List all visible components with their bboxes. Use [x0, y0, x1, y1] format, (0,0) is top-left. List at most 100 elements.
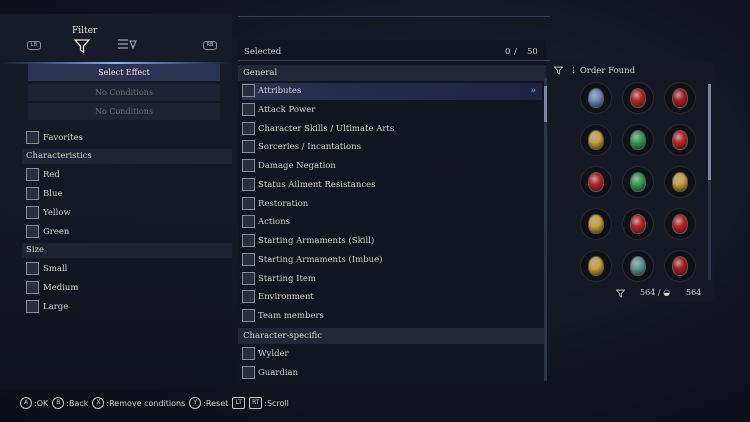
effect-option[interactable]: Actions	[242, 214, 542, 231]
ok-hint[interactable]: :OK	[34, 399, 48, 408]
green-option[interactable]: Green	[26, 225, 69, 240]
checkbox[interactable]	[242, 102, 255, 116]
favorites-option[interactable]: Favorites	[26, 131, 83, 146]
order-found-label[interactable]: ⇣ Order Found	[570, 66, 635, 76]
sort-icon[interactable]	[117, 38, 137, 52]
checkbox[interactable]	[242, 347, 255, 360]
relic-slot[interactable]	[580, 208, 612, 240]
effect-option[interactable]: Starting Armaments (Skill)	[242, 233, 542, 250]
checkbox[interactable]	[242, 196, 255, 210]
character-option[interactable]: Wylder	[242, 346, 542, 363]
effect-label: Damage Negation	[258, 161, 336, 171]
character-label: Wylder	[258, 349, 289, 359]
checkbox[interactable]	[242, 234, 255, 247]
relic-gem-icon	[588, 172, 604, 192]
relic-slot[interactable]	[664, 82, 696, 114]
checkbox[interactable]	[26, 225, 39, 238]
green-label: Green	[43, 227, 70, 237]
checkbox[interactable]	[26, 262, 39, 275]
checkbox[interactable]	[242, 177, 255, 191]
effect-option[interactable]: Attributes »	[242, 83, 542, 100]
list-scroll-thumb[interactable]	[544, 86, 547, 122]
select-effect-button[interactable]: Select Effect	[28, 64, 220, 81]
effect-label: Status Ailment Resistances	[258, 179, 376, 190]
filter-header: LB Filter RB	[0, 14, 232, 64]
grid-scroll-thumb[interactable]	[708, 84, 711, 180]
effect-option[interactable]: Restoration	[242, 196, 542, 213]
filter-panel: LB Filter RB Select Effect No Conditions…	[0, 14, 232, 390]
relic-gem-icon	[630, 256, 646, 276]
checkbox[interactable]	[242, 252, 255, 266]
effect-label: Restoration	[258, 198, 309, 209]
relic-slot[interactable]	[622, 250, 654, 282]
relic-slot[interactable]	[580, 250, 612, 282]
effect-option[interactable]: Starting Armaments (Imbue)	[242, 252, 542, 269]
yellow-option[interactable]: Yellow	[26, 206, 71, 221]
characteristics-header: Characteristics	[26, 151, 92, 161]
list-scrollbar[interactable]	[544, 78, 547, 381]
effect-option[interactable]: Character Skills / Ultimate Arts	[242, 121, 542, 138]
relic-slot[interactable]	[622, 124, 654, 156]
divider	[238, 16, 550, 17]
a-button-icon: A	[20, 397, 32, 409]
checkbox[interactable]	[242, 309, 255, 322]
character-option[interactable]: Guardian	[242, 365, 542, 382]
scroll-hint[interactable]: :Scroll	[264, 399, 289, 408]
relic-gem-icon	[630, 88, 646, 108]
checkbox[interactable]	[26, 131, 39, 144]
relic-slot[interactable]	[622, 208, 654, 240]
yellow-label: Yellow	[43, 208, 71, 218]
effect-option[interactable]: Environment	[242, 289, 542, 306]
relic-slot[interactable]	[622, 82, 654, 114]
checkbox[interactable]	[242, 290, 255, 304]
effect-option[interactable]: Status Ailment Resistances	[242, 177, 542, 194]
effect-option[interactable]: Damage Negation	[242, 158, 542, 175]
no-conditions-slot-2[interactable]: No Conditions	[28, 103, 220, 120]
reset-hint[interactable]: :Reset	[203, 399, 228, 408]
checkbox[interactable]	[26, 206, 39, 219]
checkbox[interactable]	[242, 366, 255, 379]
small-option[interactable]: Small	[26, 262, 67, 277]
checkbox[interactable]	[26, 281, 39, 294]
relic-slot[interactable]	[664, 208, 696, 240]
relic-gem-icon	[630, 130, 646, 150]
character-label: Guardian	[258, 368, 299, 378]
relic-slot[interactable]	[580, 124, 612, 156]
checkbox[interactable]	[26, 187, 39, 200]
expand-arrow-icon[interactable]: »	[530, 83, 536, 100]
relic-slot[interactable]	[580, 82, 612, 114]
medium-option[interactable]: Medium	[26, 281, 78, 296]
effect-option[interactable]: Team members	[242, 308, 542, 325]
checkbox[interactable]	[242, 159, 255, 172]
checkbox[interactable]	[26, 168, 39, 181]
checkbox[interactable]	[242, 84, 255, 97]
back-hint[interactable]: :Back	[66, 399, 88, 408]
checkbox[interactable]	[242, 215, 255, 229]
red-option[interactable]: Red	[26, 168, 60, 183]
relic-slot[interactable]	[664, 250, 696, 282]
checkbox[interactable]	[242, 121, 255, 135]
funnel-icon[interactable]	[74, 38, 90, 54]
checkbox[interactable]	[242, 271, 255, 285]
relic-slot[interactable]	[580, 166, 612, 198]
checkbox[interactable]	[242, 140, 255, 154]
rb-button-hint[interactable]: RB	[203, 41, 217, 50]
sort-order-icon: ⇣	[570, 66, 578, 76]
effect-option[interactable]: Sorceries / Incantations	[242, 139, 542, 156]
divider	[238, 60, 550, 61]
favorites-label: Favorites	[43, 133, 83, 143]
relic-slot[interactable]	[664, 124, 696, 156]
no-conditions-slot-1[interactable]: No Conditions	[28, 84, 220, 101]
effect-label: Attack Power	[258, 104, 316, 115]
remove-conditions-hint[interactable]: :Remove conditions	[106, 399, 185, 408]
relic-slot[interactable]	[622, 166, 654, 198]
large-option[interactable]: Large	[26, 300, 68, 315]
lb-button-hint[interactable]: LB	[27, 41, 41, 50]
relic-gem-icon	[672, 172, 688, 192]
effect-label: Character Skills / Ultimate Arts	[258, 123, 395, 134]
blue-option[interactable]: Blue	[26, 187, 62, 202]
relic-slot[interactable]	[664, 166, 696, 198]
effect-option[interactable]: Attack Power	[242, 102, 542, 119]
checkbox[interactable]	[26, 300, 39, 313]
effect-option[interactable]: Starting Item	[242, 271, 542, 288]
